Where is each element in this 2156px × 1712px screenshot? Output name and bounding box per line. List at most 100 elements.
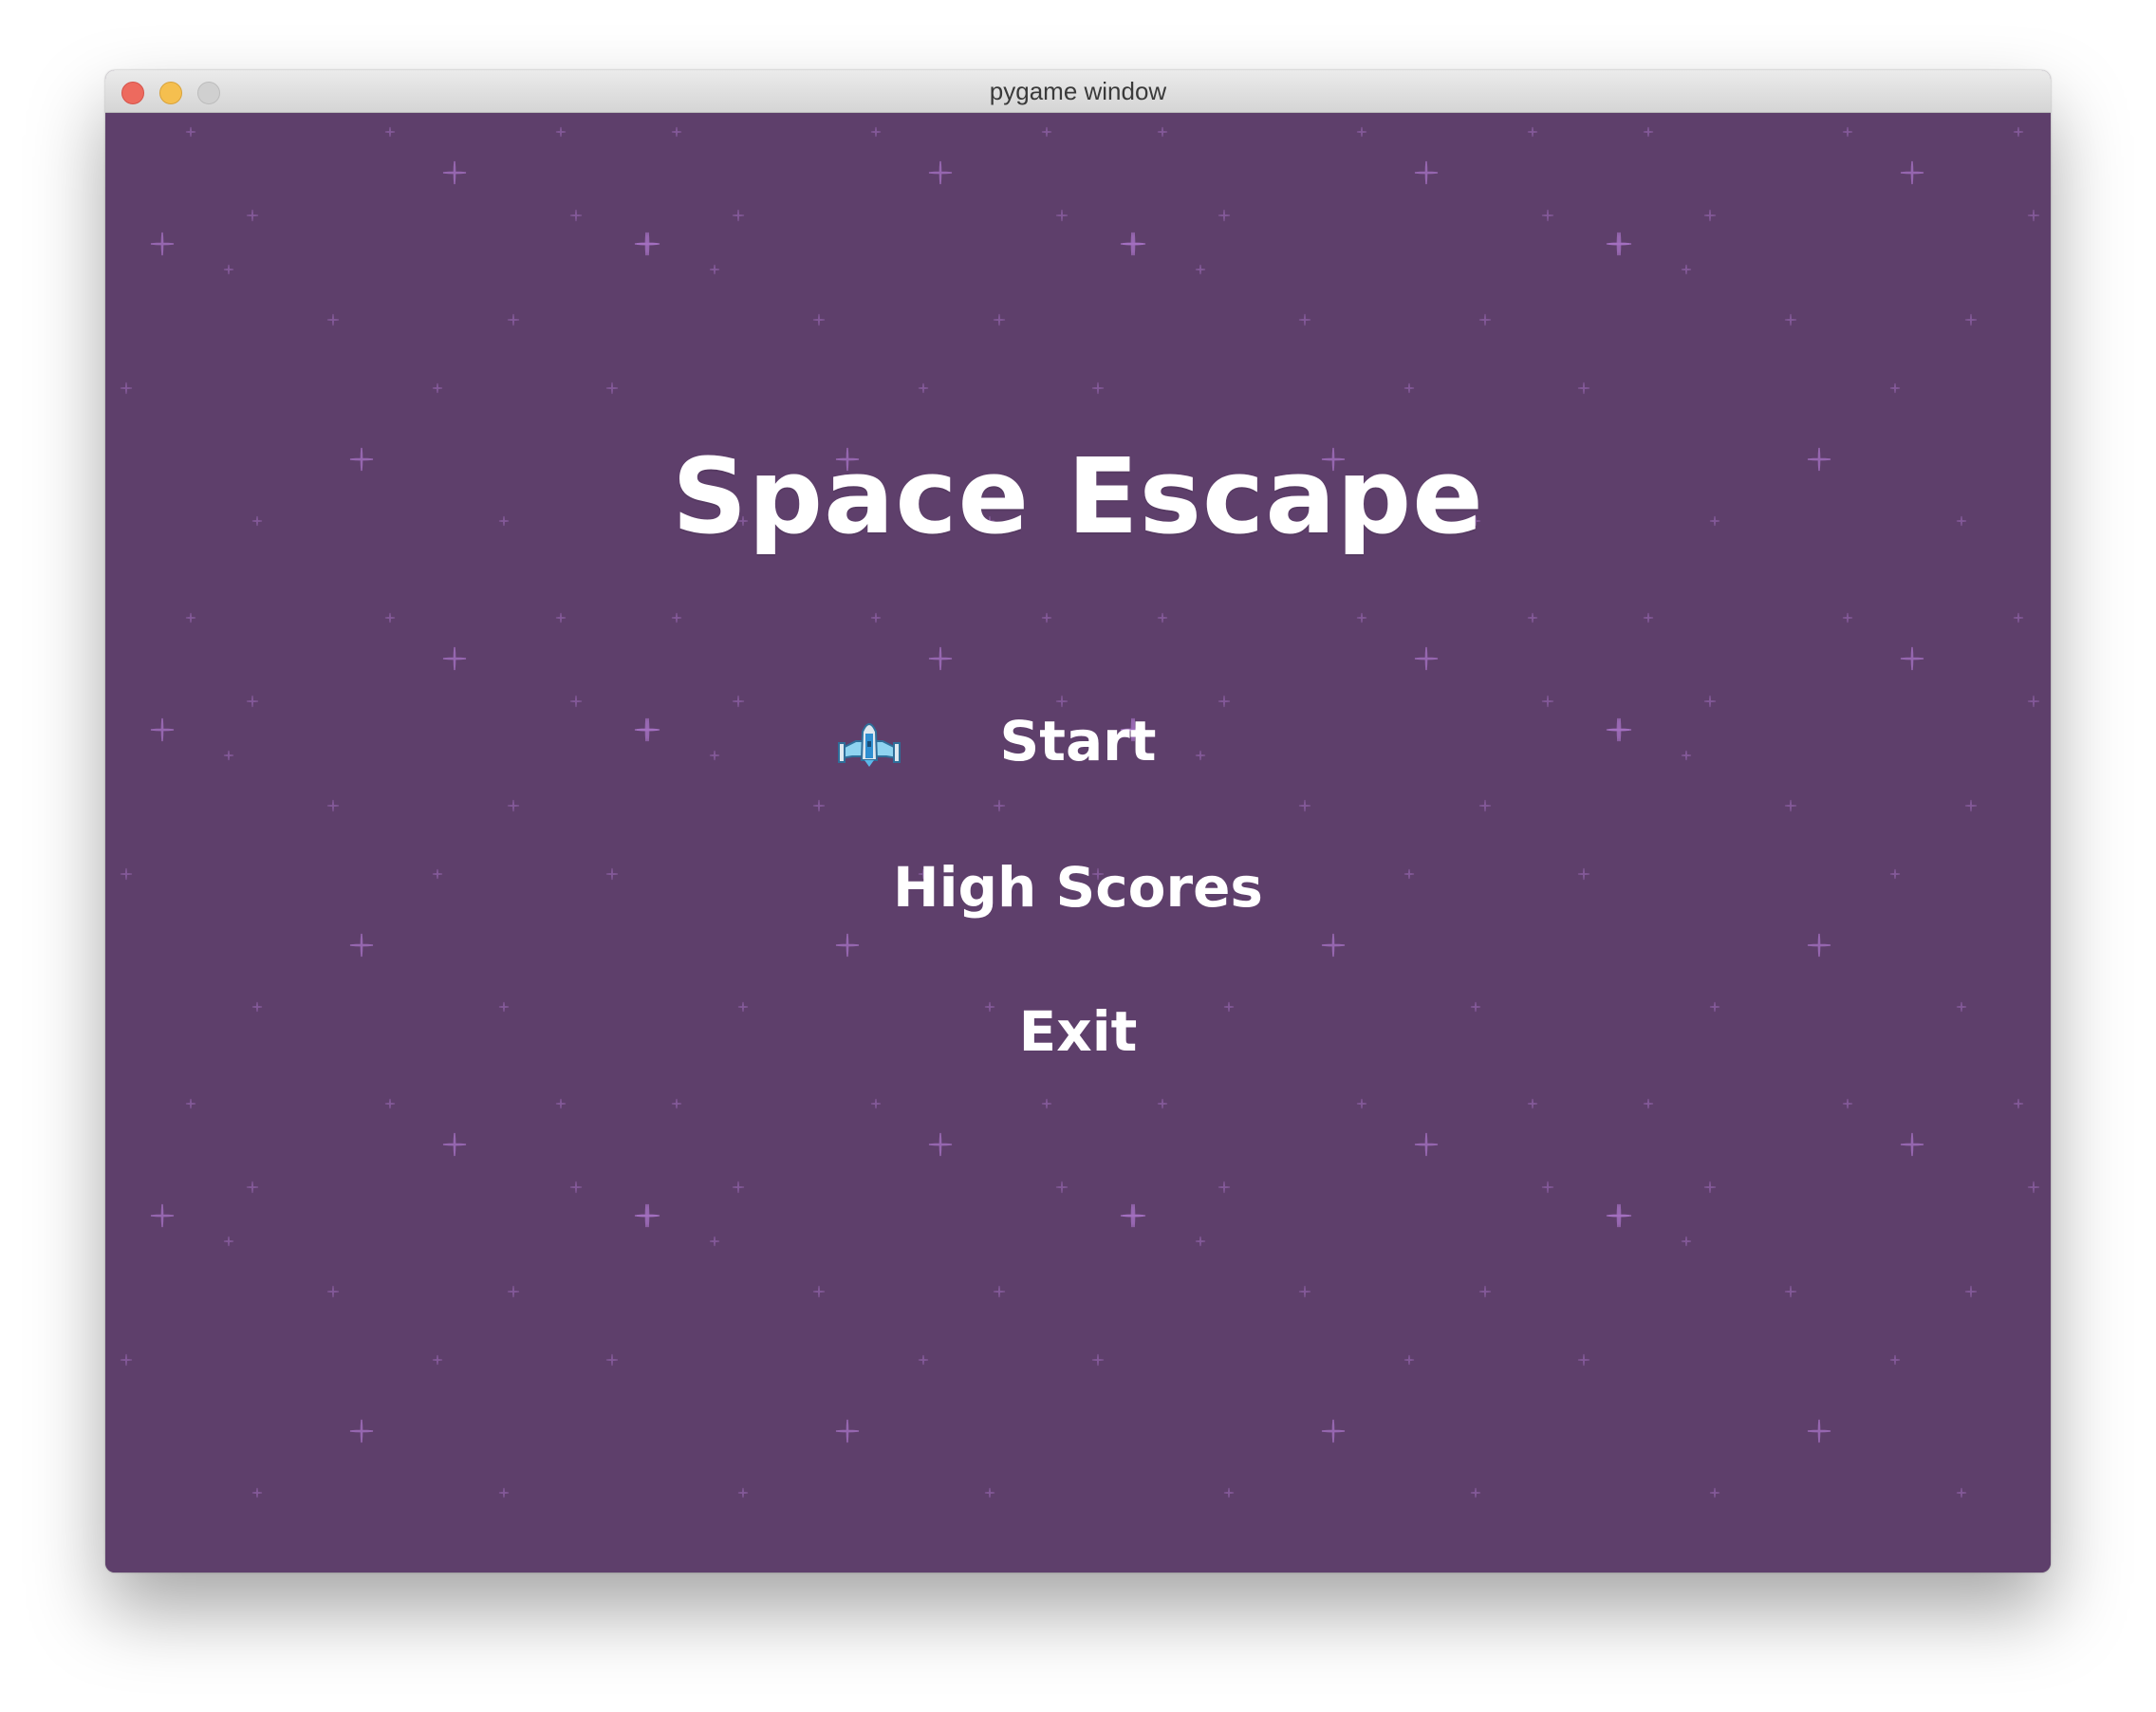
star-sparkle xyxy=(1478,1285,1492,1298)
star-sparkle xyxy=(732,209,745,222)
star-sparkle xyxy=(1784,799,1797,812)
star-sparkle xyxy=(1403,1354,1415,1366)
star-sparkle xyxy=(1703,209,1717,222)
star-sparkle xyxy=(1643,126,1654,138)
star-sparkle xyxy=(671,612,682,623)
star-sparkle xyxy=(349,1419,374,1443)
star-sparkle xyxy=(1157,612,1168,623)
star-sparkle xyxy=(507,313,520,326)
star-sparkle xyxy=(1964,1285,1978,1298)
star-sparkle xyxy=(1956,1487,1967,1498)
star-sparkle xyxy=(185,612,196,623)
star-sparkle xyxy=(928,1132,953,1157)
star-sparkle xyxy=(555,612,567,623)
star-sparkle xyxy=(569,695,583,708)
star-sparkle xyxy=(1807,933,1831,958)
star-sparkle xyxy=(223,264,234,275)
game-title: Space Escape xyxy=(672,436,1484,557)
star-sparkle xyxy=(1414,160,1439,185)
star-sparkle xyxy=(1889,1354,1901,1366)
star-sparkle xyxy=(1964,799,1978,812)
star-sparkle xyxy=(835,933,860,958)
star-sparkle xyxy=(246,695,259,708)
star-sparkle xyxy=(1321,933,1346,958)
star-sparkle xyxy=(812,313,826,326)
star-sparkle xyxy=(1784,1285,1797,1298)
star-sparkle xyxy=(432,1354,443,1366)
star-sparkle xyxy=(326,1285,340,1298)
star-sparkle xyxy=(993,1285,1006,1298)
star-sparkle xyxy=(1842,612,1853,623)
star-sparkle xyxy=(1298,313,1311,326)
star-sparkle xyxy=(605,1353,619,1367)
star-sparkle xyxy=(737,1487,749,1498)
star-sparkle xyxy=(1807,1419,1831,1443)
window-title: pygame window xyxy=(989,77,1167,105)
star-sparkle xyxy=(246,209,259,222)
star-sparkle xyxy=(732,1181,745,1194)
star-sparkle xyxy=(223,1236,234,1247)
star-sparkle xyxy=(709,264,720,275)
star-sparkle xyxy=(1321,1419,1346,1443)
star-sparkle xyxy=(1298,799,1311,812)
window-titlebar[interactable]: pygame window xyxy=(105,70,2051,113)
menu-item-high-scores[interactable]: High Scores xyxy=(105,855,2051,920)
star-sparkle xyxy=(326,313,340,326)
star-sparkle xyxy=(507,1285,520,1298)
star-sparkle xyxy=(1470,1487,1481,1498)
star-sparkle xyxy=(432,382,443,394)
star-sparkle xyxy=(384,126,396,138)
star-sparkle xyxy=(1900,646,1924,671)
star-sparkle xyxy=(1157,126,1168,138)
star-sparkle xyxy=(150,1203,175,1228)
menu-item-start[interactable]: Start xyxy=(105,709,2051,773)
star-sparkle xyxy=(732,695,745,708)
star-sparkle xyxy=(1091,381,1105,395)
pygame-window: pygame window Space Escape Start High Sc… xyxy=(105,70,2051,1572)
star-sparkle xyxy=(2013,612,2024,623)
star-sparkle xyxy=(1217,209,1231,222)
star-sparkle xyxy=(326,799,340,812)
star-sparkle xyxy=(993,313,1006,326)
star-sparkle xyxy=(1157,1098,1168,1109)
star-sparkle xyxy=(812,799,826,812)
star-sparkle xyxy=(1223,1487,1235,1498)
star-sparkle xyxy=(1414,1132,1439,1157)
star-sparkle xyxy=(984,1487,995,1498)
star-sparkle xyxy=(498,1487,510,1498)
star-sparkle xyxy=(1217,695,1231,708)
star-sparkle xyxy=(442,160,467,185)
star-sparkle xyxy=(349,933,374,958)
star-sparkle xyxy=(636,1203,660,1228)
star-sparkle xyxy=(1055,695,1069,708)
star-sparkle xyxy=(1842,126,1853,138)
star-sparkle xyxy=(507,799,520,812)
star-sparkle xyxy=(1709,1487,1720,1498)
star-sparkle xyxy=(1041,126,1052,138)
star-sparkle xyxy=(812,1285,826,1298)
star-sparkle xyxy=(1681,1236,1692,1247)
menu-item-exit[interactable]: Exit xyxy=(105,999,2051,1064)
star-sparkle xyxy=(1577,381,1590,395)
star-sparkle xyxy=(1356,126,1367,138)
star-sparkle xyxy=(1608,1203,1632,1228)
star-sparkle xyxy=(120,381,133,395)
star-sparkle xyxy=(993,799,1006,812)
star-sparkle xyxy=(1298,1285,1311,1298)
star-sparkle xyxy=(384,612,396,623)
star-sparkle xyxy=(1842,1098,1853,1109)
star-sparkle xyxy=(1403,382,1415,394)
star-sparkle xyxy=(2027,209,2040,222)
star-sparkle xyxy=(870,1098,882,1109)
star-sparkle xyxy=(251,1487,263,1498)
star-sparkle xyxy=(1889,382,1901,394)
star-sparkle xyxy=(1527,1098,1538,1109)
star-sparkle xyxy=(1527,612,1538,623)
game-canvas[interactable]: Space Escape Start High Scores Exit xyxy=(105,113,2051,1572)
starfield-background xyxy=(120,126,2040,1498)
star-sparkle xyxy=(1122,1203,1146,1228)
star-sparkle xyxy=(636,232,660,256)
star-sparkle xyxy=(1122,232,1146,256)
star-sparkle xyxy=(1414,646,1439,671)
star-sparkle xyxy=(928,646,953,671)
